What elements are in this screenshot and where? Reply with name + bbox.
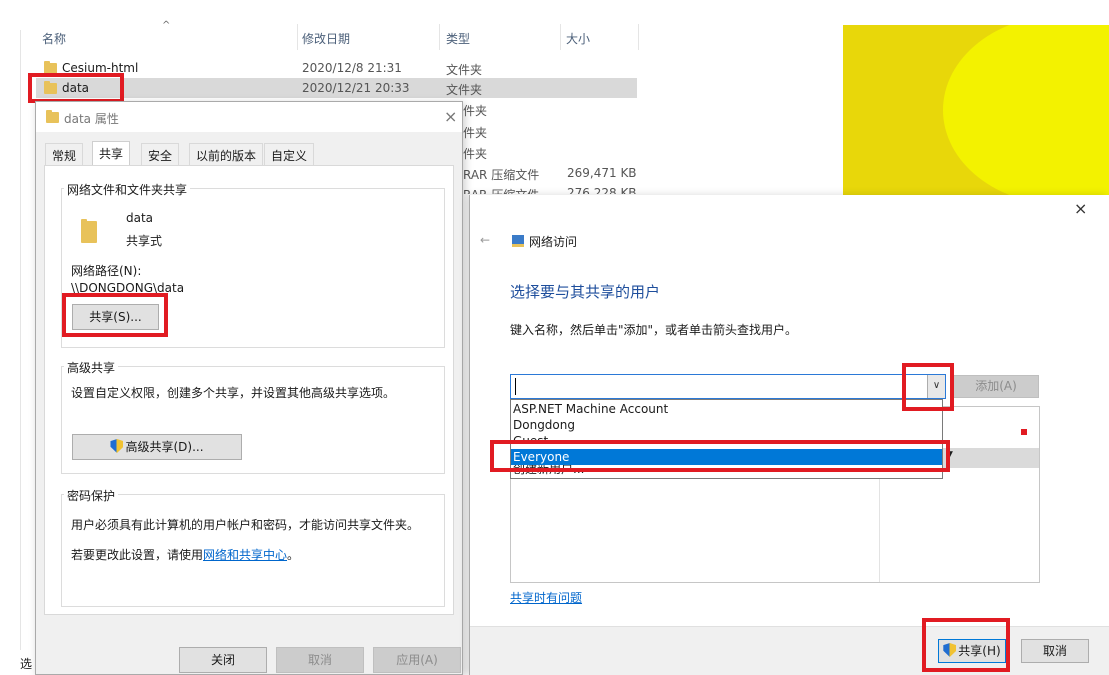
group-label: 高级共享 — [64, 359, 119, 376]
share-state: 共享式 — [126, 234, 163, 248]
column-separator[interactable] — [297, 24, 298, 50]
file-type: 文件夹 — [446, 63, 483, 77]
annotation-box — [62, 293, 168, 337]
annotation-dot — [1021, 429, 1027, 435]
user-name-input[interactable]: ∨ — [510, 374, 946, 399]
nav-title: 网络访问 — [529, 235, 578, 249]
tab-security[interactable]: 安全 — [141, 143, 180, 165]
annotation-box — [922, 618, 1010, 672]
column-header-type[interactable]: 类型 — [446, 30, 470, 47]
column-separator[interactable] — [638, 24, 639, 50]
properties-dialog: data 属性 × 常规 共享 安全 以前的版本 自定义 网络文件和文件夹共享 … — [35, 101, 463, 675]
uac-shield-icon — [110, 439, 124, 453]
file-date: 2020/12/8 21:31 — [302, 61, 402, 75]
close-icon[interactable]: × — [444, 107, 457, 126]
file-type-partial: 件夹 — [463, 126, 488, 140]
apply-button[interactable]: 应用(A) — [373, 647, 461, 673]
network-path-label: 网络路径(N): — [71, 264, 142, 278]
column-header-size[interactable]: 大小 — [566, 30, 590, 47]
annotation-box — [902, 363, 954, 411]
desktop-wallpaper — [843, 25, 1109, 195]
close-button[interactable]: 关闭 — [179, 647, 267, 673]
back-arrow-icon[interactable]: ← — [480, 233, 490, 247]
file-type-partial: RAR 压缩文件 — [463, 168, 540, 182]
advanced-description: 设置自定义权限，创建多个共享，并设置其他高级共享选项。 — [71, 386, 396, 400]
file-size-partial: 276,228 KB — [567, 186, 637, 194]
group-label: 网络文件和文件夹共享 — [64, 181, 191, 198]
dropdown-option[interactable]: Dongdong — [511, 417, 942, 433]
folder-name: data — [126, 211, 154, 225]
page-heading: 选择要与其共享的用户 — [510, 283, 661, 301]
column-header-date[interactable]: 修改日期 — [302, 30, 350, 47]
network-access-dialog: × ← 网络访问 选择要与其共享的用户 键入名称，然后单击"添加"，或者单击箭头… — [469, 195, 1109, 675]
advanced-share-label: 高级共享(D)... — [125, 440, 204, 454]
cancel-button[interactable]: 取消 — [276, 647, 364, 673]
cancel-button[interactable]: 取消 — [1021, 639, 1089, 663]
close-icon[interactable]: × — [1074, 199, 1087, 218]
file-type-partial: 件夹 — [463, 104, 488, 118]
status-text: 选 — [20, 657, 33, 671]
annotation-box — [490, 440, 950, 472]
sort-indicator-icon: ^ — [162, 20, 171, 31]
dialog-footer: 共享(H) 取消 — [470, 626, 1109, 675]
password-change-text: 若要更改此设置，请使用网络和共享中心。 — [71, 546, 299, 563]
tab-general[interactable]: 常规 — [45, 143, 84, 165]
scrollbar-track[interactable] — [20, 30, 21, 650]
instruction-text: 键入名称，然后单击"添加"，或者单击箭头查找用户。 — [510, 323, 798, 337]
add-button[interactable]: 添加(A) — [953, 375, 1039, 398]
network-center-link[interactable]: 网络和共享中心 — [203, 548, 287, 562]
advanced-share-button[interactable]: 高级共享(D)... — [72, 434, 242, 460]
password-description: 用户必须具有此计算机的用户帐户和密码，才能访问共享文件夹。 — [71, 518, 420, 532]
column-separator[interactable] — [560, 24, 561, 50]
folder-icon — [46, 110, 59, 123]
file-type-partial: 件夹 — [463, 147, 488, 161]
change-suffix: 。 — [287, 548, 300, 562]
network-icon — [512, 235, 524, 247]
sharing-panel: 网络文件和文件夹共享 data 共享式 网络路径(N): \\DONGDONG\… — [44, 165, 454, 615]
table-row[interactable]: Cesium-html 2020/12/8 21:31 文件夹 — [36, 58, 637, 78]
change-prefix: 若要更改此设置，请使用 — [71, 548, 204, 562]
file-type: 文件夹 — [446, 83, 483, 97]
tab-previous-versions[interactable]: 以前的版本 — [189, 143, 264, 165]
group-label: 密码保护 — [64, 487, 119, 504]
file-size-partial: 269,471 KB — [567, 166, 637, 180]
annotation-box — [28, 73, 124, 103]
sharing-trouble-link[interactable]: 共享时有问题 — [510, 589, 582, 606]
tab-sharing[interactable]: 共享 — [92, 141, 131, 166]
table-row-selected[interactable]: data 2020/12/21 20:33 文件夹 — [36, 78, 637, 98]
file-type-partial: RAR 压缩文件 — [463, 186, 539, 194]
tab-customize[interactable]: 自定义 — [264, 143, 315, 165]
folder-icon — [81, 219, 97, 243]
dialog-titlebar: data 属性 × — [36, 102, 462, 132]
file-date: 2020/12/21 20:33 — [302, 81, 410, 95]
dialog-title: data 属性 — [64, 112, 119, 126]
dropdown-option[interactable]: ASP.NET Machine Account — [511, 401, 942, 417]
column-header-name[interactable]: 名称 — [42, 30, 66, 47]
text-caret — [515, 378, 516, 395]
column-separator[interactable] — [439, 24, 440, 50]
